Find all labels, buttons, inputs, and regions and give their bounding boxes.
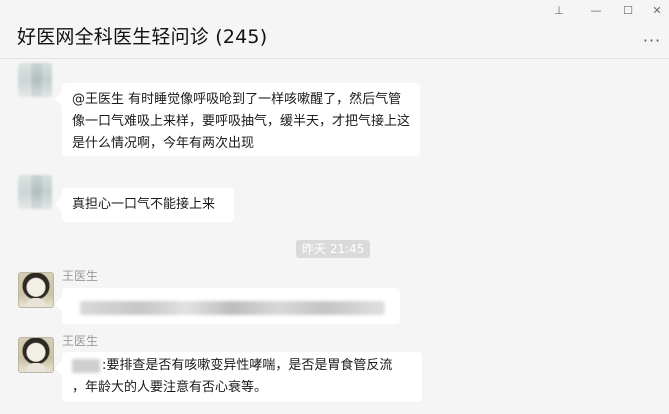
minimize-icon[interactable]: — [587,4,605,18]
message-line: ，年龄大的人要注意有否心衰等。 [72,377,412,399]
title-bar: 好医网全科医生轻问诊 (245) ⊥ — ☐ ✕ ··· [0,0,669,59]
message-bubble[interactable]: :要排查是否有咳嗽变异性哮喘，是否是胃食管反流 ，年龄大的人要注意有否心衰等。 [62,352,422,402]
message-line: :要排查是否有咳嗽变异性哮喘，是否是胃食管反流 [72,355,412,377]
doctor-avatar[interactable] [18,272,54,308]
message-bubble[interactable]: @王医生 有时睡觉像呼吸呛到了一样咳嗽醒了，然后气管像一口气难吸上来样，要呼吸抽… [62,83,420,156]
doctor-avatar[interactable] [18,337,54,373]
message-list[interactable]: @王医生 有时睡觉像呼吸呛到了一样咳嗽醒了，然后气管像一口气难吸上来样，要呼吸抽… [0,59,669,414]
sender-name: 王医生 [62,334,99,348]
redacted-content [80,301,385,315]
pin-icon[interactable]: ⊥ [550,4,568,18]
chat-title: 好医网全科医生轻问诊 (245) [17,26,268,48]
avatar[interactable] [18,175,52,209]
timestamp: 昨天 21:45 [296,240,371,258]
sender-name: 王医生 [62,269,99,283]
close-icon[interactable]: ✕ [648,4,666,18]
message-text: ，年龄大的人要注意有否心衰等。 [72,380,268,395]
message-bubble[interactable]: 真担心一口气不能接上来 [62,188,234,222]
maximize-icon[interactable]: ☐ [619,4,637,18]
redacted-mention [72,358,100,373]
message-text: @王医生 有时睡觉像呼吸呛到了一样咳嗽醒了，然后气管像一口气难吸上来样，要呼吸抽… [72,92,411,151]
scrollbar[interactable] [663,60,669,414]
more-options-icon[interactable]: ··· [641,33,663,49]
avatar[interactable] [18,63,52,97]
message-text: :要排查是否有咳嗽变异性哮喘，是否是胃食管反流 [102,358,393,373]
message-bubble-blurred[interactable] [62,288,400,324]
message-text: 真担心一口气不能接上来 [72,197,216,212]
